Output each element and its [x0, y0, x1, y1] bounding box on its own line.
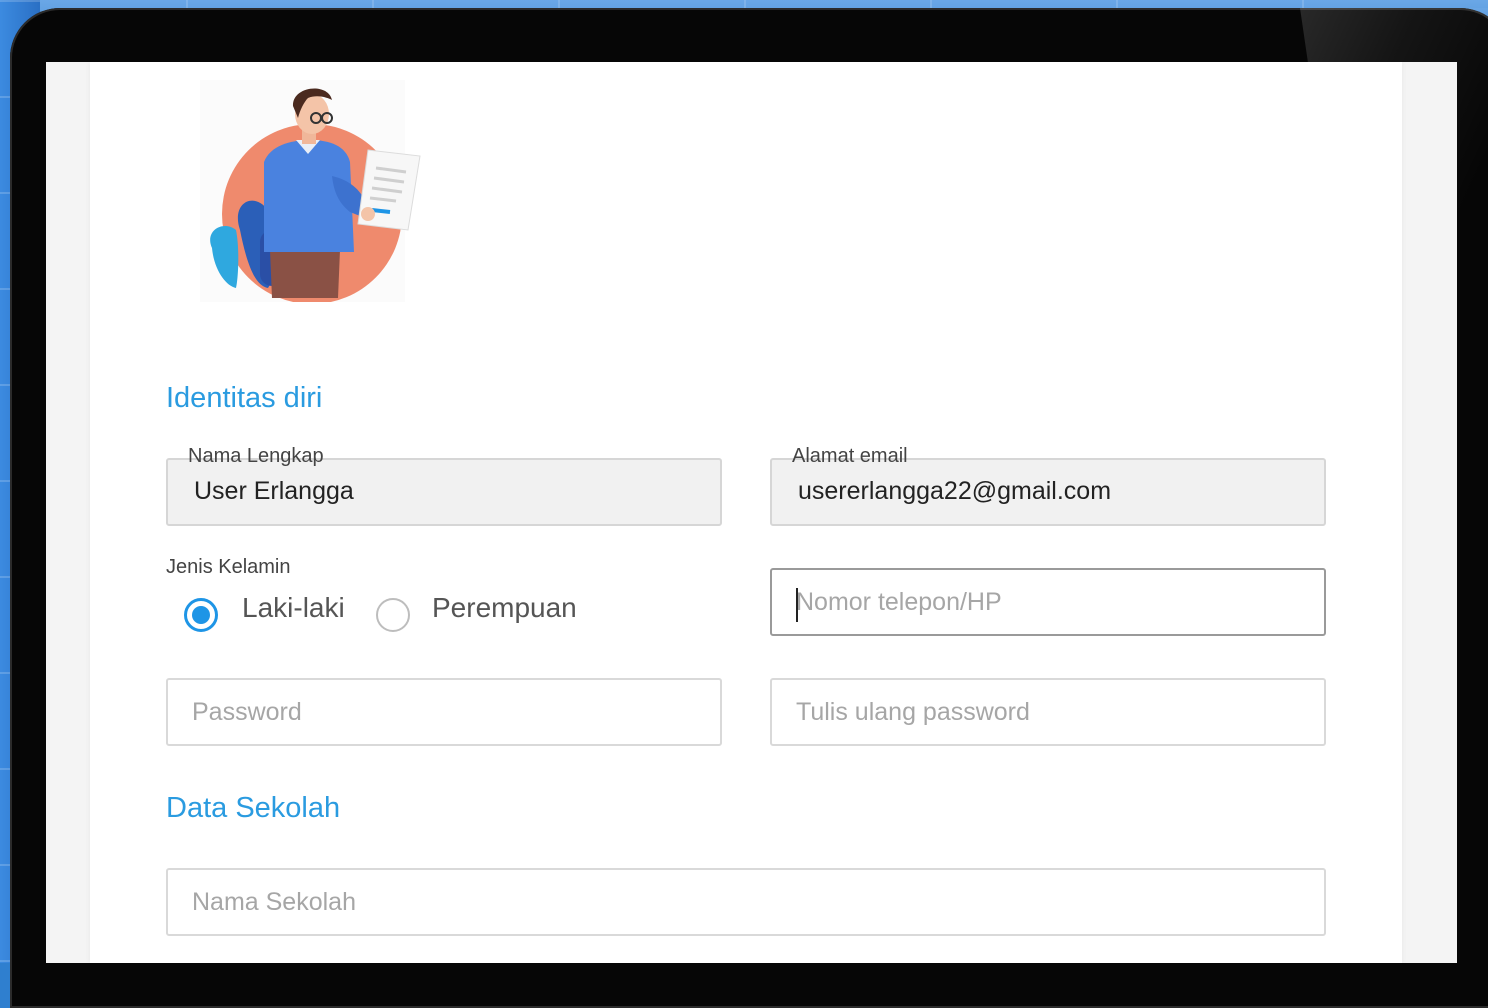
registration-form-card: Identitas diri Nama Lengkap User Erlangg…	[90, 62, 1402, 963]
section-title-school: Data Sekolah	[166, 792, 341, 824]
phone-input[interactable]	[772, 570, 1324, 634]
gender-label: Jenis Kelamin	[166, 556, 291, 578]
password-field[interactable]	[166, 678, 722, 746]
full-name-value: User Erlangga	[194, 477, 354, 505]
password-repeat-field[interactable]	[770, 678, 1326, 746]
email-field[interactable]: Alamat email usererlangga22@gmail.com	[770, 445, 1326, 526]
gender-option-female-label[interactable]: Perempuan	[432, 592, 577, 624]
school-name-field[interactable]	[166, 868, 1326, 936]
tablet-screen: Identitas diri Nama Lengkap User Erlangg…	[46, 62, 1457, 963]
password-input[interactable]	[168, 680, 720, 744]
full-name-label: Nama Lengkap	[182, 445, 330, 468]
password-repeat-input[interactable]	[772, 680, 1324, 744]
full-name-field[interactable]: Nama Lengkap User Erlangga	[166, 445, 722, 526]
email-label: Alamat email	[786, 445, 914, 468]
gender-option-male-label[interactable]: Laki-laki	[242, 592, 345, 624]
email-value: usererlangga22@gmail.com	[798, 477, 1112, 505]
gender-radio-female[interactable]	[376, 598, 410, 632]
phone-field[interactable]	[770, 568, 1326, 636]
text-cursor	[796, 588, 798, 622]
person-reading-document-illustration	[200, 80, 421, 302]
gender-radio-male[interactable]	[184, 598, 218, 632]
school-name-input[interactable]	[168, 870, 1324, 934]
section-title-identity: Identitas diri	[166, 382, 323, 414]
